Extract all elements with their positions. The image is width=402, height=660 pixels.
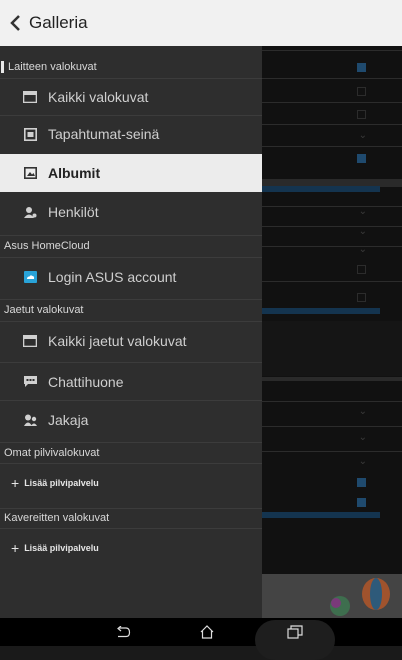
drawer-item-events-wall[interactable]: Tapahtumat-seinä [0, 116, 262, 152]
plus-icon: + [11, 540, 20, 556]
drawer-item-sharer[interactable]: Jakaja [0, 402, 262, 438]
calendar-photo-icon [23, 127, 37, 141]
divider [0, 299, 262, 300]
sharer-icon [23, 413, 37, 427]
add-cloud-service-button[interactable]: + Lisää pilvipalvelu [0, 472, 262, 494]
divider [0, 528, 262, 529]
drawer-item-albums[interactable]: Albumit [0, 154, 262, 192]
add-cloud-label: Lisää pilvipalvelu [24, 478, 99, 488]
add-cloud-label: Lisää pilvipalvelu [24, 543, 99, 553]
drawer-item-label: Jakaja [48, 412, 89, 428]
divider [0, 400, 262, 401]
section-asus-homecloud: Asus HomeCloud [4, 240, 90, 252]
divider [0, 321, 262, 322]
divider [0, 442, 262, 443]
back-icon[interactable] [108, 618, 138, 646]
plus-icon: + [11, 475, 20, 491]
drawer-item-all-shared[interactable]: Kaikki jaetut valokuvat [0, 323, 262, 359]
drawer-item-all-photos[interactable]: Kaikki valokuvat [0, 79, 262, 115]
drawer-item-login-asus[interactable]: Login ASUS account [0, 259, 262, 295]
photo-stack-icon [23, 90, 37, 104]
section-shared-photos: Jaetut valokuvat [4, 304, 84, 316]
chevron-left-icon[interactable] [9, 13, 23, 33]
drawer-item-people[interactable]: Henkilöt [0, 194, 262, 230]
divider [0, 362, 262, 363]
album-icon [23, 166, 37, 180]
divider [0, 235, 262, 236]
recent-apps-icon[interactable] [280, 618, 310, 646]
section-own-cloud-photos: Omat pilvivalokuvat [4, 447, 100, 459]
navigation-drawer: Laitteen valokuvat Kaikki valokuvat Tapa… [0, 46, 262, 618]
drawer-item-label: Kaikki jaetut valokuvat [48, 333, 187, 349]
people-icon [23, 205, 37, 219]
add-cloud-service-button[interactable]: + Lisää pilvipalvelu [0, 537, 262, 559]
section-device-photos: Laitteen valokuvat [0, 58, 262, 76]
page-title: Galleria [29, 13, 88, 32]
drawer-item-label: Albumit [48, 165, 101, 181]
app-header: Galleria [0, 0, 402, 46]
cloud-icon [23, 270, 37, 284]
drawer-item-label: Kaikki valokuvat [48, 89, 149, 105]
shared-photos-icon [23, 334, 37, 348]
section-friends-photos: Kavereitten valokuvat [4, 512, 110, 524]
system-nav-bar [0, 618, 402, 660]
background-content: ⌄ ⌄ ⌄ ⌄ ⌄ ⌄ ⌄ [262, 46, 402, 618]
home-icon[interactable] [192, 618, 222, 646]
divider [0, 463, 262, 464]
chat-icon [23, 375, 37, 389]
section-accent [1, 61, 4, 73]
drawer-item-label: Chattihuone [48, 374, 124, 390]
divider [0, 257, 262, 258]
drawer-item-label: Henkilöt [48, 204, 99, 220]
drawer-item-chatroom[interactable]: Chattihuone [0, 364, 262, 400]
drawer-item-label: Login ASUS account [48, 269, 177, 285]
drawer-item-label: Tapahtumat-seinä [48, 126, 160, 142]
